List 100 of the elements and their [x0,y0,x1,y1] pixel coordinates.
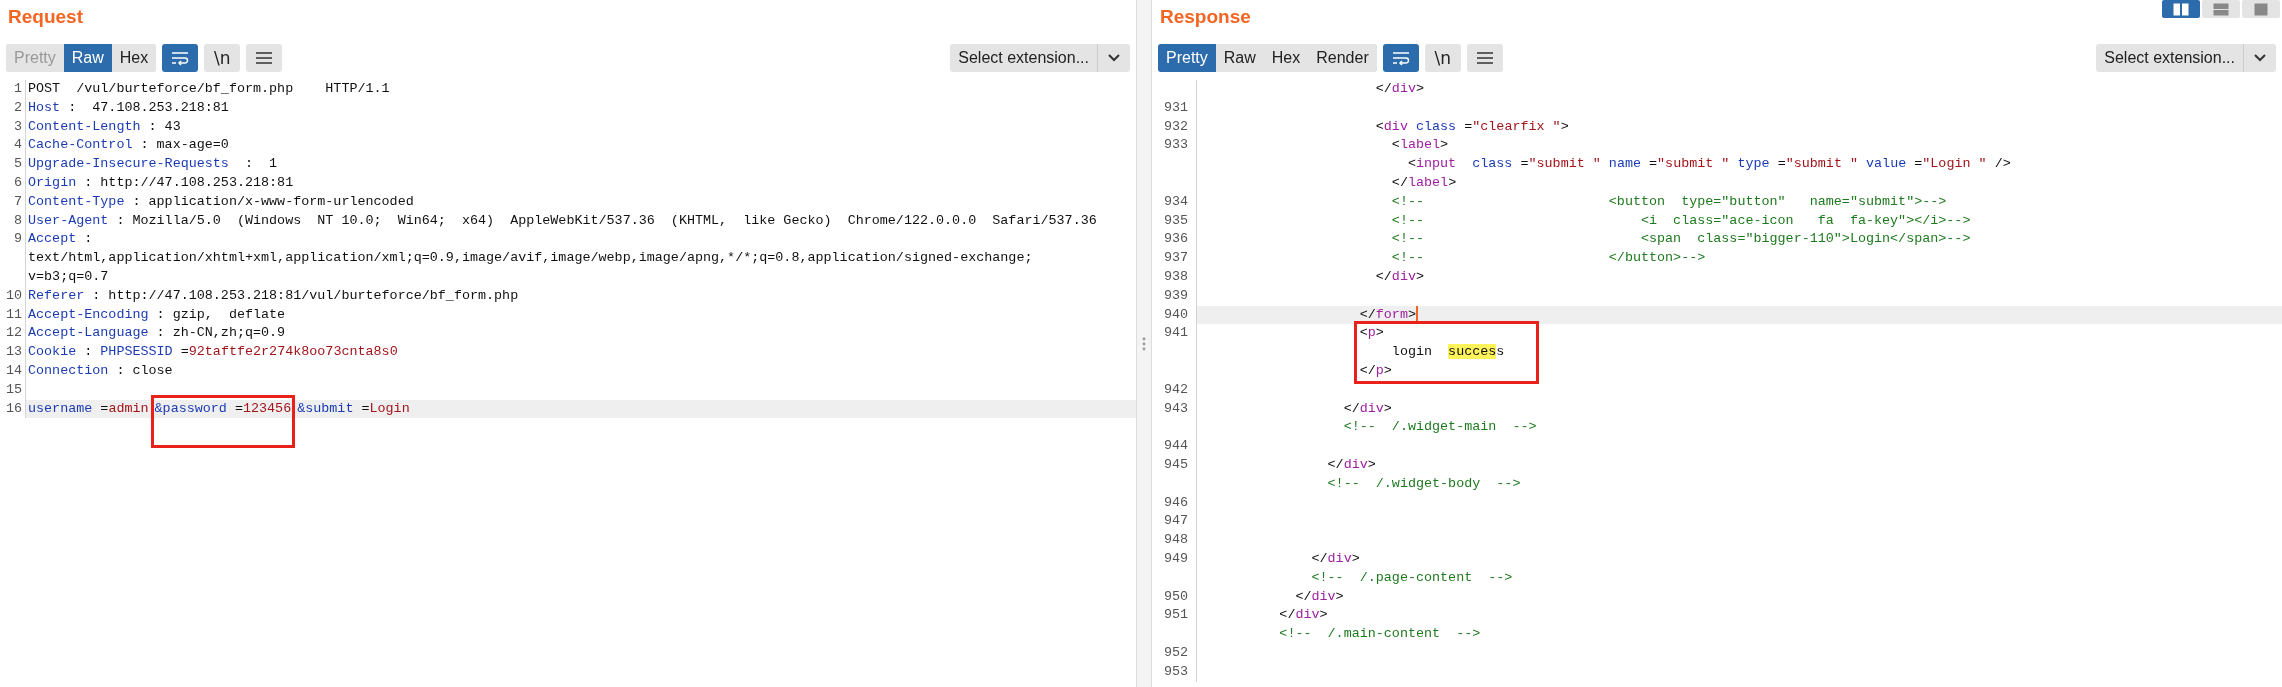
newlines-button[interactable]: \n [1424,44,1461,72]
line-number: 9 [13,230,22,249]
code-line: username =admin &password =123456 &submit =Login [28,395,414,451]
line-number: 16 [5,399,22,418]
columns-layout-button[interactable] [2162,0,2200,18]
line-number: 941 [1163,324,1188,343]
code-line: <p> [1358,324,1384,343]
code-line: <!-- </button>--> [1390,249,1706,268]
panel-title: Response [1160,6,1251,29]
code-line: <!-- /.main-content --> [1278,625,1481,644]
line-number: 948 [1163,531,1188,550]
code-line: Accept-Language : zh-CN,zh;q=0.9 [28,324,286,343]
code-line: POST /vul/burteforce/bf_form.php HTTP/1.1 [28,80,390,98]
code-line: Connection : close [28,361,173,380]
code-line: Content-Type : application/x-www-form-urlencoded [28,192,414,211]
code-line: Cookie : PHPSESSID =92taftfe2r274k8oo73cnta8s0 [28,343,398,362]
splitter-handle-icon[interactable] [1142,336,1146,351]
line-number: 5 [13,155,22,174]
line-number: 934 [1163,192,1188,211]
line-number: 952 [1163,643,1188,662]
line-number: 10 [5,286,22,305]
line-number: 932 [1163,117,1188,136]
newlines-button[interactable]: \n [204,44,241,72]
code-line: </div> [1294,587,1344,606]
code-line: login success [1390,343,1505,362]
menu-button[interactable] [1466,44,1503,72]
code-line: <!-- /.widget-main --> [1342,418,1537,437]
code-line: Cache-Control : max-age=0 [28,136,229,155]
code-line: User-Agent : Mozilla/5.0 (Windows NT 10.0; Win64; x64) AppleWebKit/537.36 (KHTML, like Gecko) Chrome/122.0.0.0 Safari/537.36 [28,211,1097,230]
line-number: 953 [1163,662,1188,681]
code-line: v=b3;q=0.7 [28,267,109,286]
code-line: <label> [1390,136,1449,155]
extension-dropdown[interactable]: Select extension... [2096,44,2276,72]
line-number: 937 [1163,249,1188,268]
chevron-down-icon [1108,54,1120,62]
menu-icon [255,51,274,65]
code-line: <!-- /.page-content --> [1310,568,1513,587]
line-number: 13 [5,343,22,362]
line-number: 947 [1163,512,1188,531]
line-number: 3 [13,117,22,136]
code-line: <!-- <button type="button" name="submit">--> [1390,192,1947,211]
code-line: </p> [1358,361,1392,380]
line-number: 946 [1163,493,1188,512]
code-line: </div> [1374,267,1424,286]
code-line: Content-Length : 43 [28,117,181,136]
rows-layout-button[interactable] [2202,0,2240,18]
rows-icon [2213,2,2229,16]
line-number: 12 [5,324,22,343]
code-line: <input class ="submit " name ="submit " type ="submit " value ="Login " /> [1406,155,2011,174]
line-number: 950 [1163,587,1188,606]
code-line: </div> [1374,80,1424,98]
code-line: Host : 47.108.253.218:81 [28,98,229,117]
code-line: text/html,application/xhtml+xml,application/xml;q=0.9,image/avif,image/webp,image/apng,*/*;q=0.8,application/signed-exchange; [28,249,1033,268]
code-line: Referer : http://47.108.253.218:81/vul/burteforce/bf_form.php [28,286,519,305]
code-line: </div> [1278,606,1328,625]
line-number: 931 [1163,98,1188,117]
line-number: 951 [1163,606,1188,625]
line-number: 940 [1163,305,1188,324]
panel-title: Request [8,6,83,29]
wrap-icon [170,50,191,66]
line-number: 949 [1163,549,1188,568]
line-number: 933 [1163,136,1188,155]
extension-dropdown[interactable]: Select extension... [950,44,1130,72]
line-number: 8 [13,211,22,230]
code-line: Origin : http://47.108.253.218:81 [28,174,294,192]
code-line: </div> [1342,399,1392,418]
line-number: 4 [13,136,22,155]
code-line: </div> [1310,549,1360,568]
view-tab[interactable]: Raw [63,44,112,72]
code-line: </label> [1390,174,1457,192]
line-number: 936 [1163,230,1188,249]
code-line: <!-- /.widget-body --> [1326,474,1521,493]
line-number: 2 [13,98,22,117]
view-tab[interactable]: Pretty [1158,44,1216,72]
chevron-down-icon [2254,54,2266,62]
code-line: <!-- <i class="ace-icon fa fa-key"></i>--> [1390,211,1971,230]
single-layout-button[interactable] [2242,0,2280,18]
menu-button[interactable] [246,44,283,72]
code-line: <div class ="clearfix "> [1374,117,1569,136]
line-number: 945 [1163,455,1188,474]
code-line: Upgrade-Insecure-Requests : 1 [28,155,278,174]
wrap-lines-button[interactable] [1382,44,1419,72]
line-number: 1 [13,80,22,98]
wrap-icon [1390,50,1411,66]
line-number: 14 [5,361,22,380]
wrap-lines-button[interactable] [162,44,199,72]
code-line: Accept-Encoding : gzip, deflate [28,305,286,324]
line-number: 942 [1163,380,1188,399]
menu-icon [1475,51,1494,65]
line-number: 935 [1163,211,1188,230]
line-number: 938 [1163,267,1188,286]
line-number: 11 [5,305,22,324]
line-number: 6 [13,174,22,192]
columns-icon [2173,2,2189,16]
code-line: </form> [1358,305,1418,325]
code-line: Accept : [28,230,93,249]
line-number: 7 [13,192,22,211]
line-number: 943 [1163,399,1188,418]
square-icon [2254,2,2268,16]
line-number: 944 [1163,437,1188,456]
